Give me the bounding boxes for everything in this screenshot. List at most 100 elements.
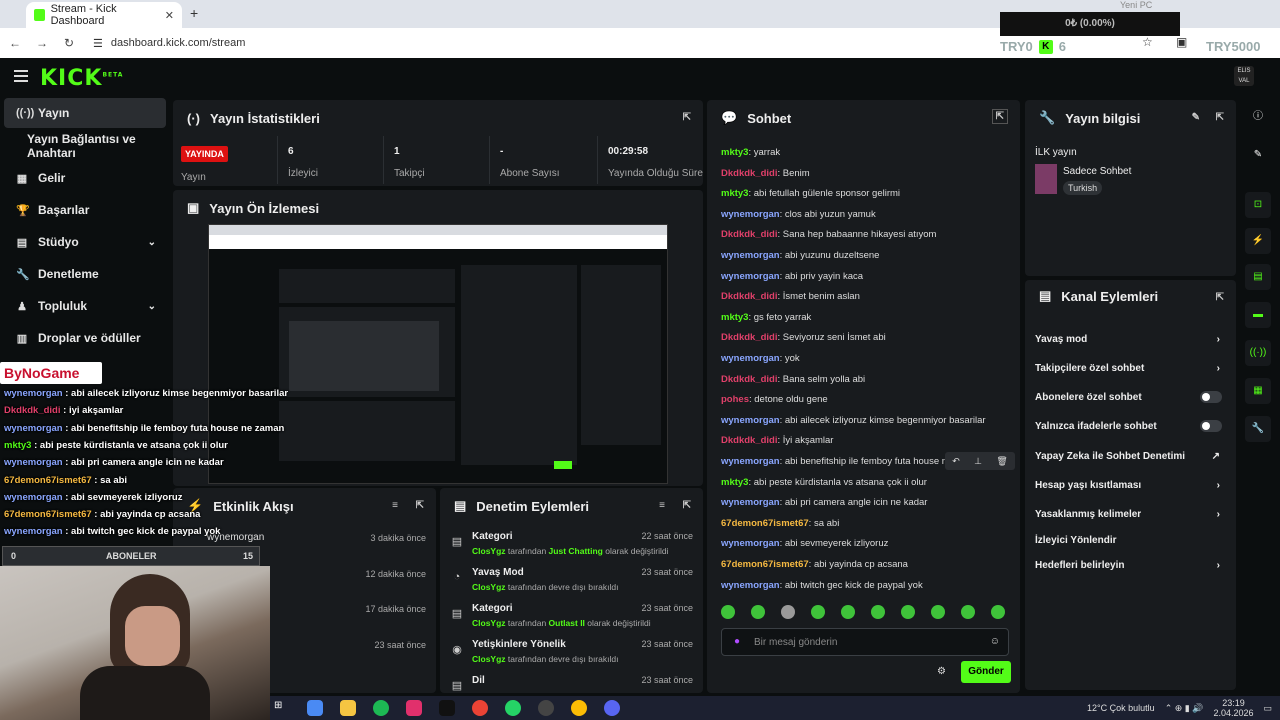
chat-username[interactable]: mkty3 [721, 147, 748, 158]
chat-message[interactable]: wynemorgan: clos abi yuzun yamuk [721, 209, 876, 220]
sidebar-item-denetleme[interactable]: 🔧 Denetleme [4, 259, 166, 289]
layout-icon[interactable]: ▦ [1245, 378, 1271, 404]
chat-username[interactable]: Dkdkdk_didi [721, 332, 778, 343]
sidebar-item-basarilar[interactable]: 🏆 Başarılar [4, 195, 166, 225]
site-info-icon[interactable]: ☰ [93, 37, 103, 50]
clock[interactable]: 23:19 2.04.2026 [1213, 698, 1253, 718]
chat-username[interactable]: wynemorgan [721, 209, 780, 220]
emote-icon[interactable] [961, 605, 975, 619]
chat-message[interactable]: Dkdkdk_didi: Bana selm yolla abi [721, 374, 865, 385]
emote-icon[interactable] [811, 605, 825, 619]
obs-icon[interactable] [538, 700, 554, 716]
emote-icon[interactable] [841, 605, 855, 619]
store-icon[interactable] [340, 700, 356, 716]
popout-icon[interactable]: ⇱ [1216, 112, 1224, 123]
chat-username[interactable]: mkty3 [721, 312, 748, 323]
document-icon[interactable]: ▤ [1245, 264, 1271, 290]
user-avatar[interactable]: ELIS VAL [1234, 66, 1254, 86]
chat-message[interactable]: wynemorgan: yok [721, 353, 800, 364]
close-tab-icon[interactable]: ✕ [165, 9, 174, 22]
filter-icon[interactable]: ≡ [392, 500, 398, 511]
chrome-active-icon[interactable] [571, 700, 587, 716]
send-button[interactable]: Gönder [961, 661, 1011, 683]
subscribers-only-toggle[interactable] [1200, 391, 1222, 403]
spotify-icon[interactable] [373, 700, 389, 716]
chat-username[interactable]: Dkdkdk_didi [721, 291, 778, 302]
capture-icon[interactable]: ⊡ [1245, 192, 1271, 218]
chat-message[interactable]: mkty3: abi peste kürdistanla vs atsana ç… [721, 477, 927, 488]
action-account-age[interactable]: Hesap yaşı kısıtlaması › [1035, 473, 1226, 497]
browser-tab[interactable]: Stream - Kick Dashboard ✕ [26, 2, 182, 28]
chat-username[interactable]: wynemorgan [721, 353, 780, 364]
chat-username[interactable]: 67demon67ismet67 [721, 559, 809, 570]
chat-username[interactable]: wynemorgan [721, 538, 780, 549]
emote-icon[interactable] [991, 605, 1005, 619]
sidebar-item-stream-key[interactable]: Yayın Bağlantısı ve Anahtarı [4, 131, 166, 161]
instagram-icon[interactable] [406, 700, 422, 716]
emote-icon[interactable] [781, 605, 795, 619]
emote-icon[interactable] [901, 605, 915, 619]
filter-icon[interactable]: ≡ [659, 500, 665, 511]
chat-message[interactable]: wynemorgan: abi pri camera angle icin ne… [721, 497, 927, 508]
reply-icon[interactable]: ↶ [952, 456, 960, 467]
address-bar[interactable]: ☰ dashboard.kick.com/stream [93, 37, 245, 50]
chat-username[interactable]: wynemorgan [721, 415, 780, 426]
microphone-icon[interactable]: ● [734, 636, 740, 647]
back-icon[interactable]: ← [3, 36, 27, 50]
action-raid[interactable]: İzleyici Yönlendir [1035, 528, 1226, 552]
sidebar-item-topluluk[interactable]: ♟ Topluluk ⌄ [4, 291, 166, 321]
action-banned-words[interactable]: Yasaklanmış kelimeler › [1035, 502, 1226, 526]
chat-message[interactable]: Dkdkdk_didi: İsmet benim aslan [721, 291, 860, 302]
weather-text[interactable]: 12°C Çok bulutlu [1087, 703, 1155, 713]
whatsapp-icon[interactable] [505, 700, 521, 716]
chat-message[interactable]: wynemorgan: abi ailecek izliyoruz kimse … [721, 415, 986, 426]
chat-message[interactable]: 67demon67ismet67: sa abi [721, 518, 839, 529]
action-goals[interactable]: Hedefleri belirleyin › [1035, 553, 1226, 577]
chat-message[interactable]: wynemorgan: abi priv yayin kaca [721, 271, 863, 282]
extensions-icon[interactable]: ▣ [1176, 35, 1187, 49]
chat-username[interactable]: Dkdkdk_didi [721, 435, 778, 446]
tray-icons[interactable]: ⌃ ⊕ ▮ 🔊 [1165, 703, 1204, 714]
notification-icon[interactable]: ▭ [1263, 703, 1272, 714]
sidebar-item-yayin[interactable]: ((·)) Yayın [4, 98, 166, 128]
chat-icon[interactable]: ▬ [1245, 302, 1271, 328]
sidebar-item-gelir[interactable]: ▦ Gelir [4, 163, 166, 193]
bookmark-star-icon[interactable]: ☆ [1142, 35, 1153, 49]
chat-message[interactable]: 67demon67ismet67: abi yayinda cp acsana [721, 559, 908, 570]
emotes-only-toggle[interactable] [1200, 420, 1222, 432]
chat-message[interactable]: wynemorgan: abi sevmeyerek izliyoruz [721, 538, 888, 549]
emote-icon[interactable] [931, 605, 945, 619]
chat-username[interactable]: wynemorgan [721, 580, 780, 591]
chat-message[interactable]: mkty3: abi fetullah gülenle sponsor geli… [721, 188, 900, 199]
chat-message[interactable]: pohes: detone oldu gene [721, 394, 828, 405]
emote-icon[interactable] [721, 605, 735, 619]
forward-icon[interactable]: → [30, 36, 54, 50]
emoji-icon[interactable]: ☺ [990, 636, 1000, 647]
chrome-icon[interactable] [472, 700, 488, 716]
chat-username[interactable]: Dkdkdk_didi [721, 374, 778, 385]
info-icon[interactable]: ⓘ [1245, 104, 1271, 130]
popout-icon[interactable]: ⇱ [683, 500, 691, 511]
action-slow-mode[interactable]: Yavaş mod › [1035, 327, 1226, 351]
chat-message[interactable]: Dkdkdk_didi: Benim [721, 168, 810, 179]
reload-icon[interactable]: ↻ [57, 36, 81, 50]
chat-username[interactable]: mkty3 [721, 188, 748, 199]
kick-logo[interactable]: KICKBETA [40, 66, 123, 91]
chat-message[interactable]: Dkdkdk_didi: Seviyoruz seni İsmet abi [721, 332, 886, 343]
chat-username[interactable]: wynemorgan [721, 456, 780, 467]
chat-message[interactable]: Dkdkdk_didi: İyi akşamlar [721, 435, 833, 446]
chat-username[interactable]: pohes [721, 394, 749, 405]
sidebar-item-studyo[interactable]: ▤ Stüdyo ⌄ [4, 227, 166, 257]
edit-icon[interactable]: ✎ [1192, 112, 1200, 123]
popout-icon[interactable]: ⇱ [683, 112, 691, 123]
discord-icon[interactable] [604, 700, 620, 716]
chat-message[interactable]: mkty3: gs feto yarrak [721, 312, 811, 323]
popout-icon[interactable]: ⇱ [991, 109, 1008, 124]
chat-message[interactable]: mkty3: yarrak [721, 147, 780, 158]
chat-username[interactable]: wynemorgan [721, 497, 780, 508]
taskview-icon[interactable]: ⊞ [274, 700, 290, 716]
menu-icon[interactable] [14, 70, 28, 82]
sidebar-item-droplar[interactable]: ▥ Droplar ve ödüller [4, 323, 166, 353]
chat-username[interactable]: 67demon67ismet67 [721, 518, 809, 529]
chat-input[interactable]: ● Bir mesaj gönderin ☺ [721, 628, 1009, 656]
